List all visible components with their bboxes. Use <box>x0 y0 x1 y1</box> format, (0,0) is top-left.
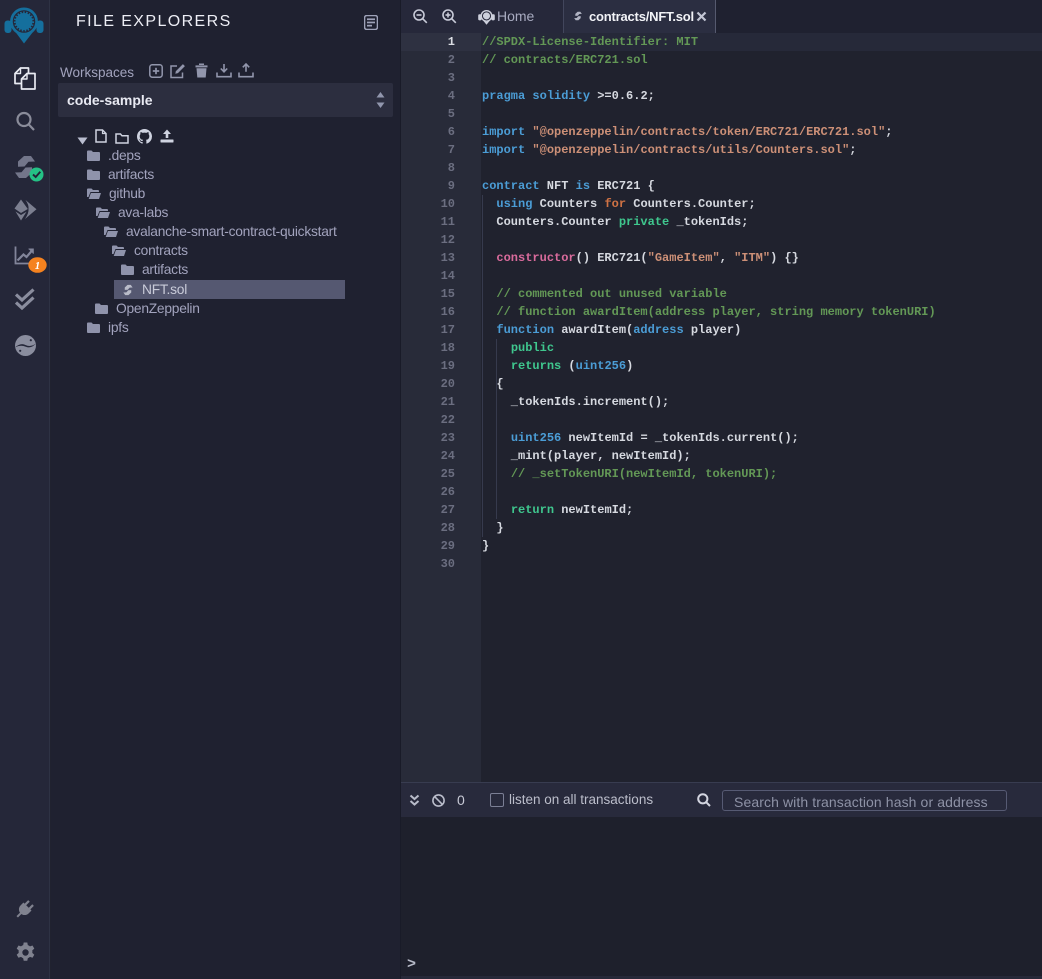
svg-text:1: 1 <box>35 260 41 272</box>
